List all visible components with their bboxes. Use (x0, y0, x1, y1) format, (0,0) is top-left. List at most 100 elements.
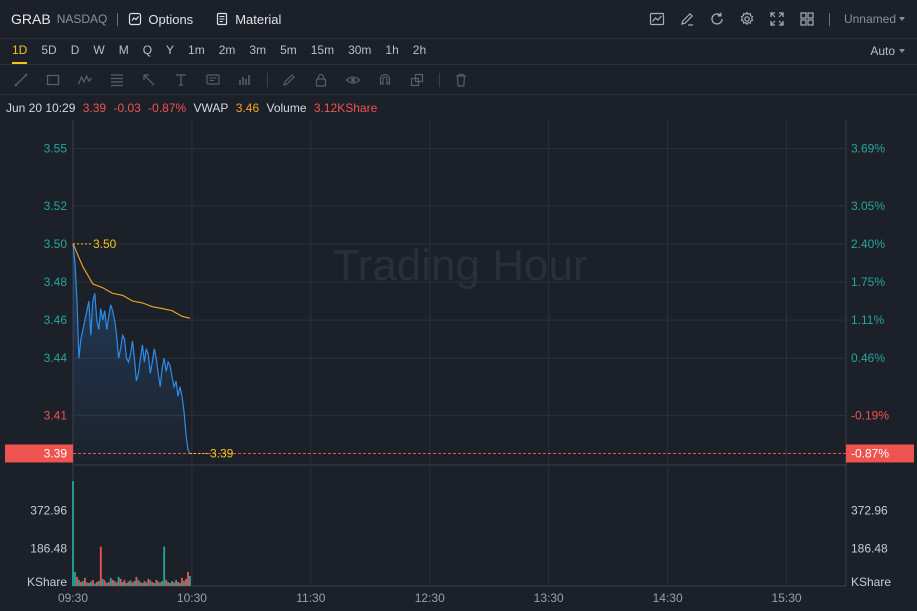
volume-bar (139, 582, 142, 586)
volume-bar (133, 581, 136, 586)
volume-bar (137, 579, 140, 586)
y-tick-label-left: 3.52 (44, 199, 68, 213)
volume-bar (115, 582, 118, 586)
rectangle-tool-icon[interactable] (45, 72, 61, 88)
period-tab-w[interactable]: W (86, 38, 111, 64)
period-tab-15m[interactable]: 15m (304, 38, 341, 64)
volume-bar (161, 581, 164, 586)
pattern-tool-icon[interactable] (77, 72, 93, 88)
text-tool-icon[interactable] (173, 72, 189, 88)
period-tab-30m[interactable]: 30m (341, 38, 378, 64)
y-tick-label-right: 2.40% (851, 237, 885, 251)
pencil-icon[interactable] (281, 72, 297, 88)
volume-bar (89, 581, 92, 586)
symbol-label[interactable]: GRAB (11, 11, 51, 27)
current-pct-tag-label: -0.87% (851, 446, 889, 460)
intraday-chart[interactable]: Trading Hour 09:30 10:30 11:30 12:30 13:30 14… (0, 120, 917, 611)
arrow-tool-icon[interactable] (141, 72, 157, 88)
layout-grid-icon[interactable] (799, 11, 815, 27)
period-tab-2h[interactable]: 2h (406, 38, 433, 64)
period-tab-1d[interactable]: 1D (5, 38, 34, 64)
period-tab-5d[interactable]: 5D (34, 38, 63, 64)
volume-bar (101, 578, 104, 586)
lock-icon[interactable] (313, 72, 329, 88)
volume-bar (155, 579, 158, 586)
y-tick-label-right: 1.11% (851, 313, 884, 327)
options-label: Options (148, 11, 194, 27)
volume-bar (125, 583, 128, 586)
vwap-value: 3.46 (235, 101, 260, 115)
eye-icon[interactable] (345, 72, 361, 88)
volume-bar (72, 481, 74, 586)
period-tab-q[interactable]: Q (136, 38, 159, 64)
volume-bar (117, 576, 120, 586)
watermark-text: Trading Hour (332, 241, 587, 290)
x-tick-label: 10:30 (177, 591, 207, 605)
y-tick-label-left: 3.44 (44, 351, 68, 365)
clone-icon[interactable] (409, 72, 425, 88)
trend-line-tool-icon[interactable] (13, 72, 29, 88)
settings-gear-icon[interactable] (739, 11, 755, 27)
options-button[interactable]: Options (128, 12, 193, 27)
volume-tick-right: 186.48 (851, 541, 888, 555)
annotation-tool-icon[interactable] (205, 72, 221, 88)
fullscreen-icon[interactable] (769, 11, 785, 27)
volume-bar (127, 581, 130, 586)
material-label: Material (235, 11, 282, 27)
period-tab-d[interactable]: D (64, 38, 87, 64)
volume-bar (74, 571, 76, 586)
volume-bar (187, 571, 189, 586)
x-tick-label: 12:30 (415, 591, 445, 605)
volume-bar (123, 579, 126, 586)
volume-bar (103, 580, 106, 586)
volume-bar (88, 583, 90, 586)
period-tab-1h[interactable]: 1h (378, 38, 405, 64)
caret-down-icon (899, 49, 905, 53)
period-tab-2m[interactable]: 2m (212, 38, 243, 64)
vwap-line (72, 243, 191, 319)
quote-change: -0.03 (113, 101, 141, 115)
material-button[interactable]: Material (215, 12, 281, 27)
options-icon (129, 12, 142, 26)
x-tick-label: 14:30 (653, 591, 683, 605)
volume-bar (153, 583, 156, 586)
x-tick-label: 15:30 (772, 591, 802, 605)
volume-bar (84, 577, 86, 586)
period-tab-m[interactable]: M (112, 38, 136, 64)
volume-tick-right: 372.96 (851, 504, 888, 518)
volume-bar (99, 546, 102, 586)
scale-mode-dropdown[interactable]: Auto (870, 38, 905, 64)
volume-label: Volume (266, 101, 307, 115)
volume-bar (76, 576, 78, 586)
period-tab-3m[interactable]: 3m (242, 38, 273, 64)
volume-bar (105, 583, 108, 586)
volume-bar (86, 582, 88, 586)
volume-bar (135, 576, 138, 586)
period-tab-y[interactable]: Y (159, 38, 181, 64)
trash-icon[interactable] (453, 72, 469, 88)
layout-name-label: Unnamed (843, 12, 896, 26)
volume-unit-left: KShare (27, 575, 67, 589)
volume-bar (159, 582, 162, 586)
refresh-icon[interactable] (709, 11, 725, 27)
exchange-label: NASDAQ (56, 12, 108, 26)
volume-bar (183, 581, 185, 586)
layout-name-dropdown[interactable]: Unnamed (844, 12, 905, 26)
volume-bar (149, 580, 152, 586)
fibonacci-tool-icon[interactable] (109, 72, 125, 88)
volume-bar (111, 579, 114, 586)
top-toolbar: GRAB NASDAQ Options Material Unnamed (0, 0, 917, 39)
quote-datetime: Jun 20 10:29 (6, 101, 76, 115)
edit-icon[interactable] (679, 11, 695, 27)
period-tab-1m[interactable]: 1m (181, 38, 212, 64)
chart-grid (72, 120, 847, 587)
chart-type-icon[interactable] (649, 11, 665, 27)
volume-bar (181, 577, 183, 586)
volume-bar (113, 581, 116, 586)
period-tab-5m[interactable]: 5m (273, 38, 304, 64)
volume-bar (109, 577, 112, 586)
quote-change-pct: -0.87% (148, 101, 187, 115)
measure-tool-icon[interactable] (237, 72, 253, 88)
y-tick-label-left: 3.55 (44, 142, 68, 156)
magnet-icon[interactable] (377, 72, 393, 88)
